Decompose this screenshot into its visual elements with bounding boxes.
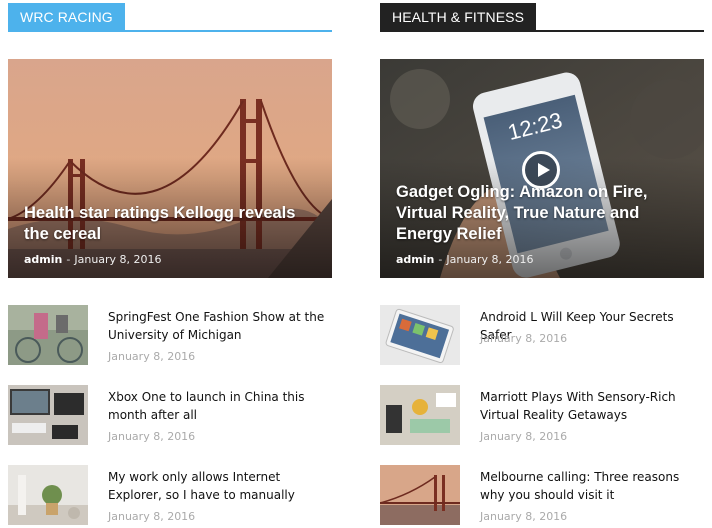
post-date: January 8, 2016 [446,253,534,266]
post-date: January 8, 2016 [480,332,568,345]
post-thumbnail[interactable] [8,465,88,525]
post-date: January 8, 2016 [108,510,196,523]
post-thumbnail[interactable] [380,465,460,525]
health-fitness-block: HEALTH & FITNESS 12:23 Gadget Ogling: Am… [380,0,704,525]
post-title[interactable]: SpringFest One Fashion Show at the Unive… [108,308,332,344]
list-item[interactable]: Xbox One to launch in China this month a… [8,385,332,445]
list-item[interactable]: SpringFest One Fashion Show at the Unive… [8,305,332,365]
post-title[interactable]: My work only allows Internet Explorer, s… [108,468,332,504]
list-item[interactable]: Android L Will Keep Your Secrets Safer J… [380,305,704,365]
post-title[interactable]: Xbox One to launch in China this month a… [108,388,332,424]
list-item[interactable]: Marriott Plays With Sensory-Rich Virtual… [380,385,704,445]
post-date: January 8, 2016 [74,253,162,266]
post-title[interactable]: Melbourne calling: Three reasons why you… [480,468,704,504]
list-item[interactable]: Melbourne calling: Three reasons why you… [380,465,704,525]
post-thumbnail[interactable] [380,305,460,365]
post-author[interactable]: admin [24,253,62,266]
list-item[interactable]: My work only allows Internet Explorer, s… [8,465,332,525]
wrc-racing-block: WRC RACING Health star ratings Kellogg r… [8,0,332,525]
block-header: HEALTH & FITNESS [380,0,704,32]
block-header: WRC RACING [8,0,332,32]
post-date: January 8, 2016 [108,350,196,363]
post-thumbnail[interactable] [8,385,88,445]
post-meta: admin - January 8, 2016 [396,253,534,266]
post-author[interactable]: admin [396,253,434,266]
post-title[interactable]: Marriott Plays With Sensory-Rich Virtual… [480,388,704,424]
block-title-health-fitness[interactable]: HEALTH & FITNESS [380,3,537,32]
post-date: January 8, 2016 [480,510,568,523]
post-thumbnail[interactable] [8,305,88,365]
post-meta: admin - January 8, 2016 [24,253,162,266]
post-thumbnail[interactable] [380,385,460,445]
post-date: January 8, 2016 [108,430,196,443]
featured-post-title[interactable]: Health star ratings Kellogg reveals the … [24,203,318,245]
featured-post[interactable]: Health star ratings Kellogg reveals the … [8,59,332,278]
block-title-wrc-racing[interactable]: WRC RACING [8,3,125,32]
featured-post-title[interactable]: Gadget Ogling: Amazon on Fire, Virtual R… [396,182,690,245]
post-date: January 8, 2016 [480,430,568,443]
featured-post[interactable]: 12:23 Gadget Ogling: Amazon on Fire, Vir… [380,59,704,278]
